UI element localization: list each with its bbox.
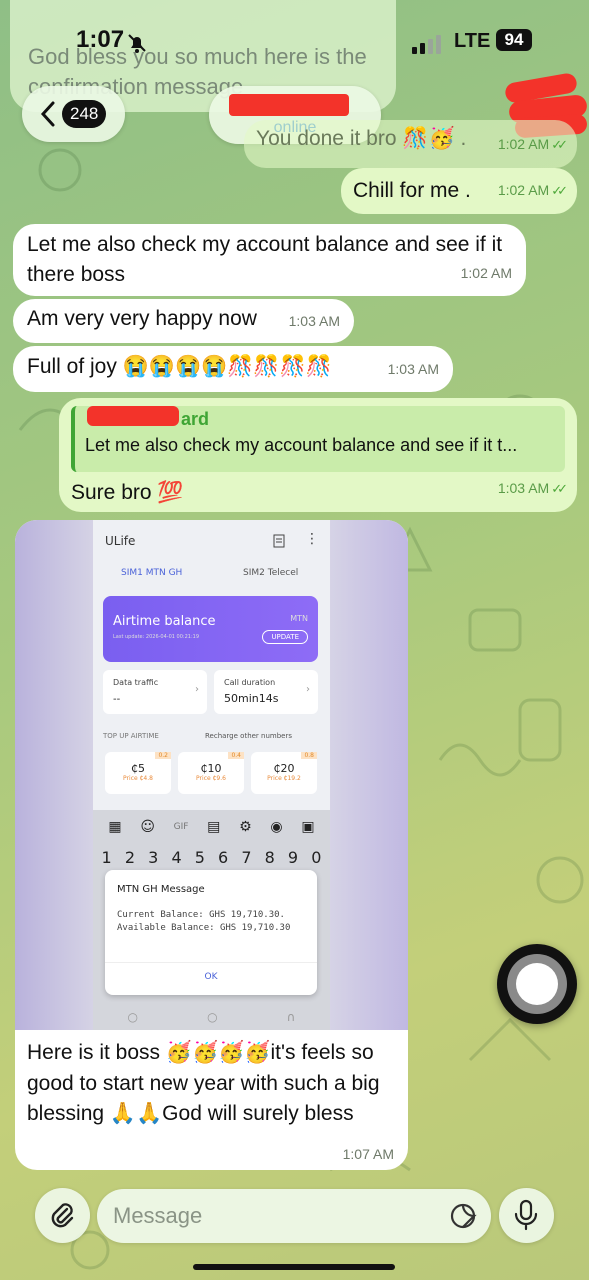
- message-timestamp: 1:07 AM: [342, 1146, 394, 1162]
- redaction-mark: [229, 94, 349, 116]
- nav-bar: ○ ○ ∩: [127, 1010, 296, 1024]
- recharge-label: Recharge other numbers: [205, 732, 293, 740]
- message-timestamp: 1:02 AM ✓✓: [497, 182, 568, 198]
- airtime-updated: Last update: 2026-04-01 00:21:19: [113, 634, 199, 640]
- data-traffic-card: Data traffic -- ›: [103, 670, 207, 714]
- status-time: 1:07: [76, 26, 125, 53]
- message-timestamp: 1:03 AM ✓✓: [497, 480, 568, 496]
- floating-video-button[interactable]: [497, 944, 577, 1024]
- topup-option: 0.2 ₵5 Price ₵4.8: [105, 752, 171, 794]
- message-timestamp: 1:03 AM: [288, 313, 340, 329]
- message-text: Sure bro 💯: [71, 481, 184, 504]
- outgoing-message[interactable]: You done it bro 🎊🥳 . 1:02 AM ✓✓: [244, 120, 577, 168]
- message-text: Here is it boss 🥳🥳🥳🥳it's feels so good t…: [27, 1041, 380, 1125]
- bell-slash-icon: [128, 34, 146, 53]
- dialog-line-current: Current Balance: GHS 19,710.30.: [117, 910, 285, 920]
- more-vertical-icon: ⋮: [305, 531, 319, 547]
- record-icon: [516, 963, 558, 1005]
- topup-option: 0.4 ₵10 Price ₵9.6: [178, 752, 244, 794]
- incoming-message[interactable]: Full of joy 😭😭😭😭🎊🎊🎊🎊 1:03 AM: [13, 346, 453, 392]
- topup-option: 0.8 ₵20 Price ₵19.2: [251, 752, 317, 794]
- call-duration-card: Call duration 50min14s ›: [214, 670, 318, 714]
- incoming-media-message[interactable]: ULife ⋮ SIM1 MTN GH SIM2 Telecel Airtime…: [15, 520, 408, 1170]
- microphone-icon: [514, 1199, 538, 1231]
- paperclip-icon: [51, 1203, 74, 1228]
- quoted-text: Let me also check my account balance and…: [85, 435, 518, 455]
- home-indicator: [193, 1264, 395, 1270]
- incoming-message[interactable]: Let me also check my account balance and…: [13, 224, 526, 296]
- sms-dialog: MTN GH Message Current Balance: GHS 19,7…: [105, 870, 317, 995]
- chevron-left-icon: [40, 101, 55, 127]
- attach-button[interactable]: [35, 1188, 90, 1243]
- outgoing-reply-message[interactable]: ard Let me also check my account balance…: [59, 398, 577, 512]
- signal-icon: [412, 35, 441, 54]
- document-icon: [273, 534, 285, 548]
- dialog-title: MTN GH Message: [117, 884, 205, 895]
- airtime-carrier: MTN: [290, 614, 308, 623]
- app-title: ULife: [105, 534, 136, 548]
- unread-count-badge: 248: [62, 100, 107, 128]
- media-caption: Here is it boss 🥳🥳🥳🥳it's feels so good t…: [27, 1038, 399, 1130]
- back-button[interactable]: 248: [22, 86, 125, 142]
- keyboard-digit-row: 1234567890: [101, 848, 322, 867]
- battery-level: 94: [504, 30, 524, 49]
- message-text: Full of joy 😭😭😭😭🎊🎊🎊🎊: [27, 355, 332, 378]
- dialog-ok-button: OK: [204, 972, 218, 982]
- voice-button[interactable]: [499, 1188, 554, 1243]
- message-input[interactable]: Message: [97, 1189, 491, 1243]
- quoted-author: ard: [181, 409, 210, 429]
- keyboard: ▦ ☺ GIF ▤ ⚙ ◉ ▣ 1234567890 MTN GH Message Curr…: [93, 810, 330, 1030]
- status-bar: 1:07 LTE 94: [0, 26, 589, 62]
- incoming-message[interactable]: Am very very happy now 1:03 AM: [13, 299, 354, 343]
- airtime-title: Airtime balance: [113, 614, 216, 629]
- message-placeholder: Message: [113, 1203, 203, 1228]
- message-text: Chill for me .: [353, 179, 471, 202]
- quoted-reply[interactable]: ard Let me also check my account balance…: [71, 406, 565, 472]
- redaction-mark: [87, 406, 179, 426]
- outgoing-message[interactable]: Chill for me . 1:02 AM ✓✓: [341, 168, 577, 214]
- message-text: Let me also check my account balance and…: [27, 233, 503, 286]
- topup-label: TOP UP AIRTIME: [103, 732, 159, 740]
- airtime-card: Airtime balance Last update: 2026-04-01 …: [103, 596, 318, 662]
- keyboard-toolbar: ▦ ☺ GIF ▤ ⚙ ◉ ▣: [108, 819, 315, 835]
- sim1-tab: SIM1 MTN GH: [121, 568, 183, 578]
- message-text: Am very very happy now: [27, 307, 257, 330]
- battery-indicator: 94: [496, 29, 532, 51]
- message-timestamp: 1:02 AM: [460, 265, 512, 281]
- airtime-update-button: UPDATE: [262, 630, 308, 644]
- sticker-icon[interactable]: [449, 1202, 477, 1230]
- dialog-line-available: Available Balance: GHS 19,710.30: [117, 923, 291, 933]
- message-timestamp: 1:03 AM: [387, 361, 439, 377]
- carrier-label: LTE: [454, 30, 491, 52]
- sim2-tab: SIM2 Telecel: [243, 568, 299, 578]
- attached-screenshot[interactable]: ULife ⋮ SIM1 MTN GH SIM2 Telecel Airtime…: [93, 520, 330, 1030]
